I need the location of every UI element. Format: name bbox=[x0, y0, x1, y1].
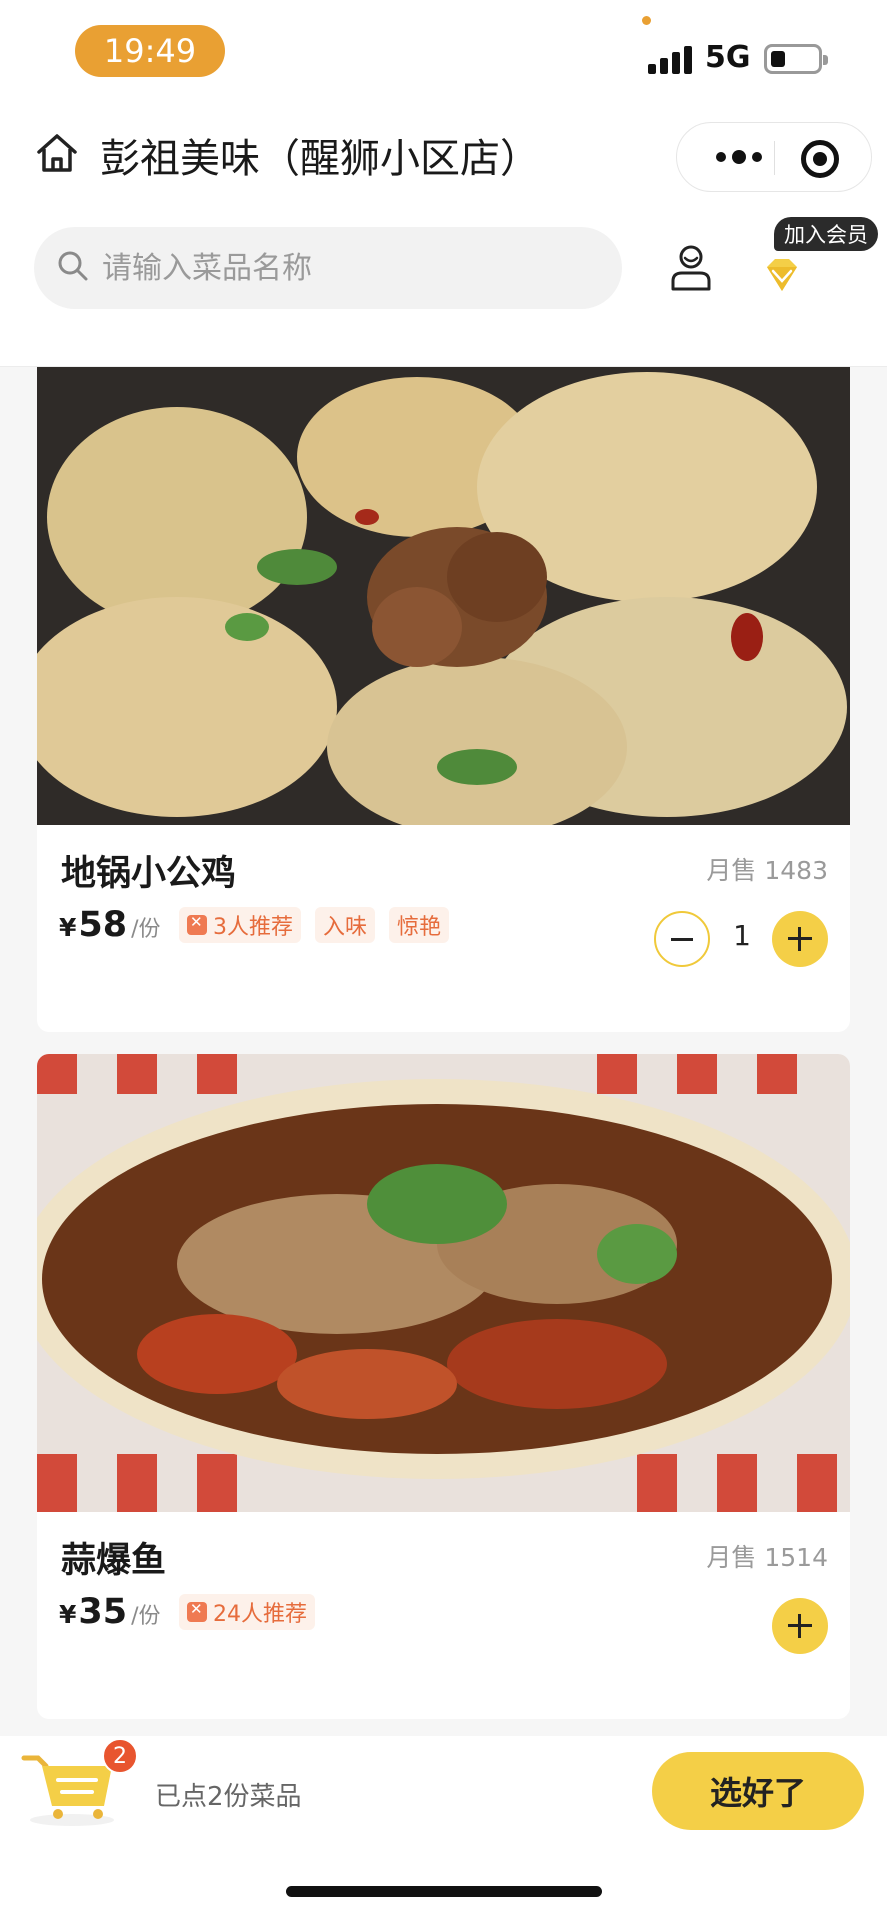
capsule-divider bbox=[774, 141, 775, 175]
target-icon[interactable] bbox=[801, 140, 839, 178]
recommend-icon bbox=[187, 1600, 207, 1622]
dish-photo-fish[interactable] bbox=[37, 1054, 850, 1512]
dish-price: ¥ 58 /份 bbox=[59, 905, 161, 945]
search-row: 加入会员 bbox=[0, 205, 887, 367]
recommend-icon bbox=[187, 913, 207, 935]
dish-name: 蒜爆鱼 bbox=[61, 1541, 167, 1581]
dish-photo-chicken[interactable] bbox=[37, 367, 850, 825]
recording-dot bbox=[642, 16, 651, 25]
search-box[interactable] bbox=[34, 227, 622, 309]
cart-summary: 已点2份菜品 bbox=[155, 1782, 302, 1812]
quantity-value: 1 bbox=[733, 919, 751, 952]
cart-count-badge: 2 bbox=[102, 1738, 138, 1774]
battery-icon bbox=[764, 44, 828, 74]
price-unit: /份 bbox=[131, 917, 161, 942]
page-title: 彭祖美味（醒狮小区店） bbox=[100, 136, 540, 182]
add-dish-button[interactable] bbox=[772, 1598, 828, 1654]
home-icon[interactable] bbox=[34, 130, 80, 176]
search-icon bbox=[58, 251, 88, 281]
dish-card: 地锅小公鸡 月售 1483 ¥ 58 /份 3人推荐 入味 惊艳 1 bbox=[37, 367, 850, 1032]
dish-card: 蒜爆鱼 月售 1514 ¥ 35 /份 24人推荐 bbox=[37, 1054, 850, 1719]
increase-quantity-button[interactable] bbox=[772, 911, 828, 967]
dish-name: 地锅小公鸡 bbox=[61, 854, 237, 894]
monthly-sales: 月售 1483 bbox=[706, 856, 828, 885]
network-label: 5G bbox=[705, 40, 751, 75]
dish-tags: 3人推荐 入味 惊艳 bbox=[179, 907, 450, 943]
more-icon[interactable] bbox=[703, 123, 775, 191]
user-icon[interactable] bbox=[668, 243, 714, 293]
title-bar: 彭祖美味（醒狮小区店） bbox=[0, 100, 887, 205]
dish-tags: 24人推荐 bbox=[179, 1594, 315, 1630]
currency-symbol: ¥ bbox=[59, 913, 77, 942]
search-input[interactable] bbox=[102, 227, 602, 309]
home-indicator[interactable] bbox=[286, 1886, 602, 1897]
currency-symbol: ¥ bbox=[59, 1600, 77, 1629]
price-unit: /份 bbox=[131, 1604, 161, 1629]
decrease-quantity-button[interactable] bbox=[654, 911, 710, 967]
join-member[interactable]: 加入会员 bbox=[756, 217, 878, 307]
dish-price: ¥ 35 /份 bbox=[59, 1592, 161, 1632]
diamond-icon[interactable] bbox=[759, 253, 805, 299]
recommend-tag: 3人推荐 bbox=[179, 907, 301, 943]
miniprogram-capsule bbox=[676, 122, 872, 192]
flavor-tag: 入味 bbox=[315, 907, 376, 943]
checkout-button[interactable]: 选好了 bbox=[652, 1752, 864, 1830]
price-value: 35 bbox=[78, 1592, 128, 1632]
status-bar: 19:49 5G bbox=[0, 0, 887, 100]
recommend-tag: 24人推荐 bbox=[179, 1594, 315, 1630]
signal-icon bbox=[648, 44, 692, 74]
join-member-badge[interactable]: 加入会员 bbox=[774, 217, 878, 251]
price-value: 58 bbox=[78, 905, 128, 945]
status-time: 19:49 bbox=[75, 25, 225, 77]
screen: 19:49 5G 彭祖美味（醒狮小区店） 请输入菜品名称 加入会员 地锅小公鸡 … bbox=[0, 0, 887, 1920]
flavor-tag: 惊艳 bbox=[389, 907, 450, 943]
monthly-sales: 月售 1514 bbox=[706, 1543, 828, 1572]
